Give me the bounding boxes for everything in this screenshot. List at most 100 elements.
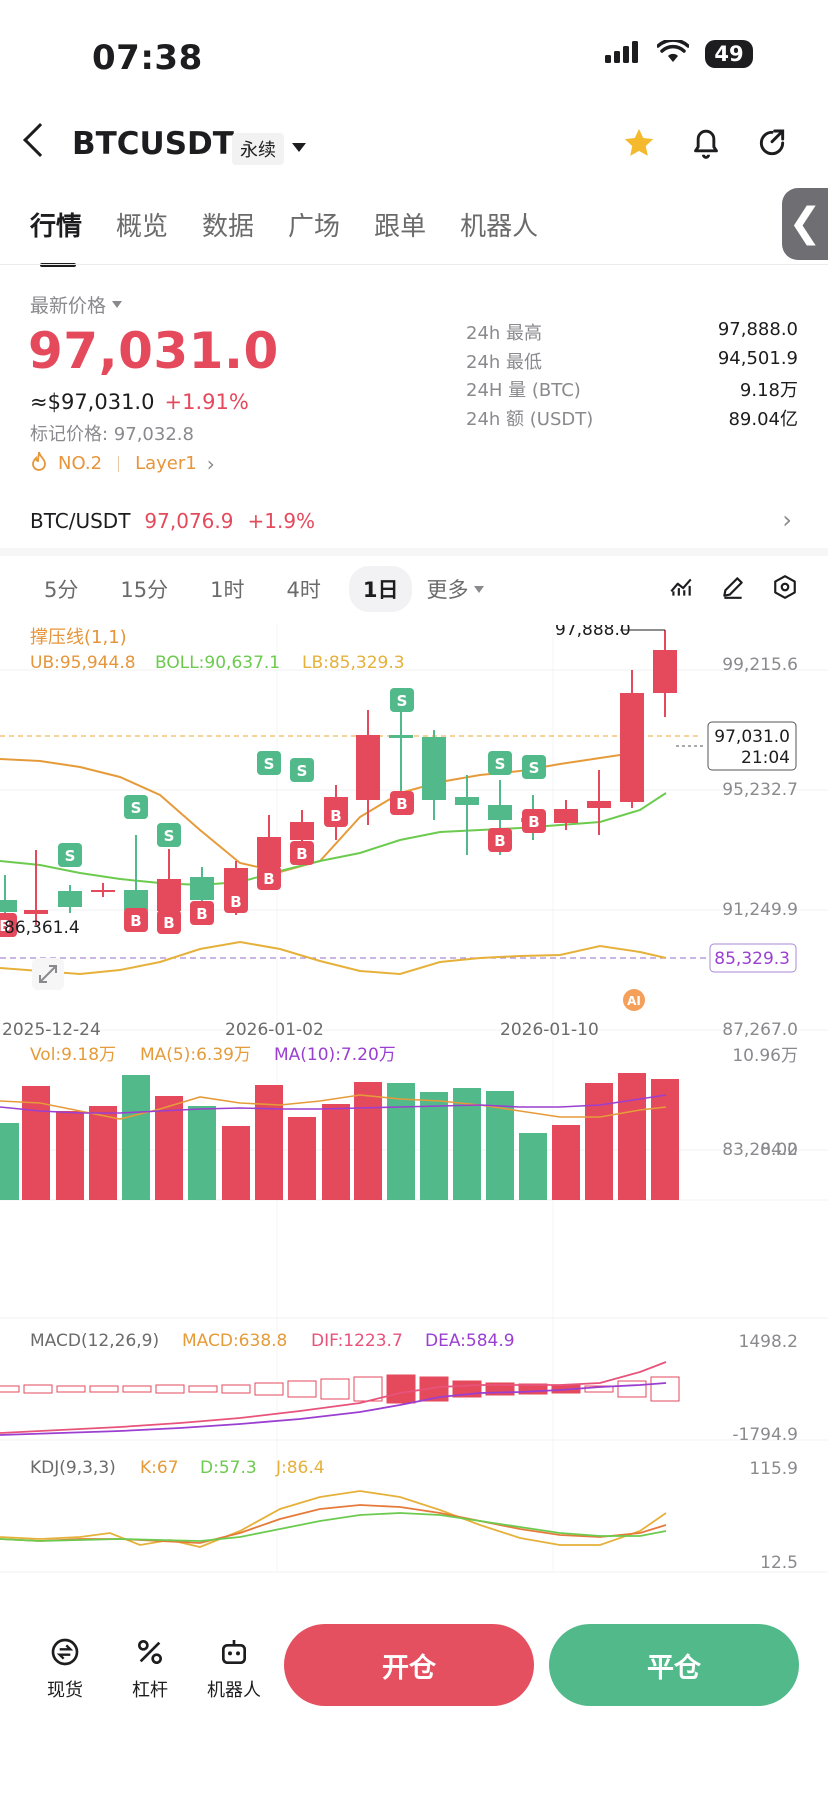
open-position-button[interactable]: 开仓 xyxy=(284,1624,534,1706)
volume-bars xyxy=(0,1073,679,1200)
macd-bar xyxy=(56,1385,86,1393)
signal-icon xyxy=(605,41,641,67)
spot-shortcut[interactable]: 现货 xyxy=(30,1632,100,1702)
bot-shortcut[interactable]: 机器人 xyxy=(199,1632,269,1702)
volume-bar xyxy=(89,1106,117,1200)
symbol-dropdown-icon[interactable] xyxy=(292,143,306,152)
tf-1h[interactable]: 1时 xyxy=(196,566,258,612)
tf-1d[interactable]: 1日 xyxy=(348,566,413,612)
date-label: 2025-12-24 xyxy=(2,1020,101,1040)
k-value: K:67 xyxy=(140,1458,179,1478)
share-icon[interactable] xyxy=(756,127,788,163)
date-label: 2026-01-10 xyxy=(500,1020,599,1040)
candle-body xyxy=(91,890,115,892)
usd-price-line: ≈$97,031.0 +1.91% xyxy=(30,390,249,414)
tf-15m[interactable]: 15分 xyxy=(106,566,182,612)
status-icons: 49 xyxy=(605,38,753,68)
macd-bar xyxy=(221,1384,251,1394)
current-price-value: 97,031.0 xyxy=(714,727,790,747)
bell-icon[interactable] xyxy=(690,126,722,164)
status-time: 07:38 xyxy=(92,38,203,78)
close-position-button[interactable]: 平仓 xyxy=(549,1624,799,1706)
stats-24h: 24h 最高 97,888.0 24h 最低 94,501.9 24H 量 (BTC… xyxy=(466,319,798,433)
tab-copytrade[interactable]: 跟单 xyxy=(374,206,426,243)
spot-pair-row[interactable]: BTC/USDT 97,076.9 +1.9% xyxy=(30,509,315,533)
main-indicator-title: 撑压线(1,1) xyxy=(30,627,127,648)
ub-value: UB:95,944.8 xyxy=(30,653,136,673)
settings-hex-icon[interactable] xyxy=(772,574,798,604)
kdj-title: KDJ(9,3,3) xyxy=(30,1458,116,1478)
price-chart[interactable]: 撑压线(1,1) UB:95,944.8 BOLL:90,637.1 LB:85… xyxy=(0,625,828,1585)
tab-market[interactable]: 行情 xyxy=(30,206,82,267)
macd-bar xyxy=(617,1380,647,1398)
vol-value: Vol:9.18万 xyxy=(30,1045,116,1065)
chart-tools xyxy=(668,574,798,604)
low-marker: 86,361.4 xyxy=(4,918,80,938)
volume-bar xyxy=(585,1083,613,1200)
tab-data[interactable]: 数据 xyxy=(202,206,254,243)
draw-pencil-icon[interactable] xyxy=(720,574,746,604)
caret-down-icon xyxy=(474,585,485,593)
macd-bar xyxy=(650,1376,680,1402)
market-tabs: 行情 概览 数据 广场 跟单 机器人 xyxy=(30,206,538,267)
candle-body xyxy=(422,737,446,800)
signal-letter: S xyxy=(529,759,540,777)
d-value: D:57.3 xyxy=(200,1458,257,1478)
signal-letter: B xyxy=(196,905,207,923)
last-price: 97,031.0 xyxy=(28,322,279,380)
tab-overview[interactable]: 概览 xyxy=(116,206,168,243)
chevron-right-icon[interactable]: › xyxy=(782,506,792,534)
signal-letter: S xyxy=(297,762,308,780)
candle-body xyxy=(653,650,677,693)
lb-value: LB:85,329.3 xyxy=(302,653,405,673)
signal-letter: S xyxy=(397,692,408,710)
macd-bar xyxy=(254,1382,284,1396)
candle-body xyxy=(587,801,611,808)
ai-badge-label: AI xyxy=(627,994,641,1008)
last-price-label[interactable]: 最新价格 xyxy=(30,291,123,318)
volume-bar xyxy=(56,1111,84,1200)
signal-letter: B xyxy=(263,870,274,888)
macd-value: MACD:638.8 xyxy=(182,1331,287,1351)
candle-body xyxy=(455,797,479,805)
tf-4h[interactable]: 4时 xyxy=(272,566,334,612)
macd-bar xyxy=(386,1374,416,1404)
price-tick: 99,215.6 xyxy=(722,655,798,675)
leverage-shortcut[interactable]: 杠杆 xyxy=(115,1632,185,1702)
robot-icon xyxy=(199,1632,269,1672)
macd-bar xyxy=(155,1384,185,1394)
macd-axis-max: 1498.2 xyxy=(739,1332,798,1352)
signal-letter: S xyxy=(495,755,506,773)
volume-bar xyxy=(0,1123,19,1200)
divider xyxy=(118,455,120,472)
volume-bar xyxy=(420,1092,448,1200)
volume-bar xyxy=(387,1083,415,1200)
back-button[interactable] xyxy=(23,123,57,157)
vol-ma10: MA(10):7.20万 xyxy=(274,1045,396,1065)
date-label: 2026-01-02 xyxy=(225,1020,324,1040)
volume-bar xyxy=(188,1106,216,1200)
tf-5m[interactable]: 5分 xyxy=(30,566,92,612)
lb-tag-value: 85,329.3 xyxy=(714,949,790,969)
macd-bar xyxy=(23,1384,53,1394)
tf-more-dropdown[interactable]: 更多 xyxy=(426,574,485,604)
tab-bots[interactable]: 机器人 xyxy=(460,206,538,243)
tab-square[interactable]: 广场 xyxy=(288,206,340,243)
divider xyxy=(0,264,828,265)
spot-pair-name: BTC/USDT xyxy=(30,509,131,533)
candle-body xyxy=(554,809,578,823)
vol-ma5: MA(5):6.39万 xyxy=(140,1045,251,1065)
signal-letter: B xyxy=(396,795,407,813)
side-panel-handle[interactable]: ❮ xyxy=(782,188,828,260)
mark-price: 标记价格: 97,032.8 xyxy=(30,424,194,445)
header-actions xyxy=(622,126,788,164)
favorite-star-icon[interactable] xyxy=(622,126,656,164)
volume-bar xyxy=(618,1073,646,1200)
indicator-icon[interactable] xyxy=(668,574,694,604)
expand-icon[interactable] xyxy=(32,958,64,990)
rank-line[interactable]: NO.2 Layer1 › xyxy=(30,451,215,476)
symbol-title[interactable]: BTCUSDT xyxy=(72,126,234,162)
macd-title: MACD(12,26,9) xyxy=(30,1331,159,1351)
k-line xyxy=(0,1504,667,1544)
price-change: +1.91% xyxy=(164,390,249,414)
